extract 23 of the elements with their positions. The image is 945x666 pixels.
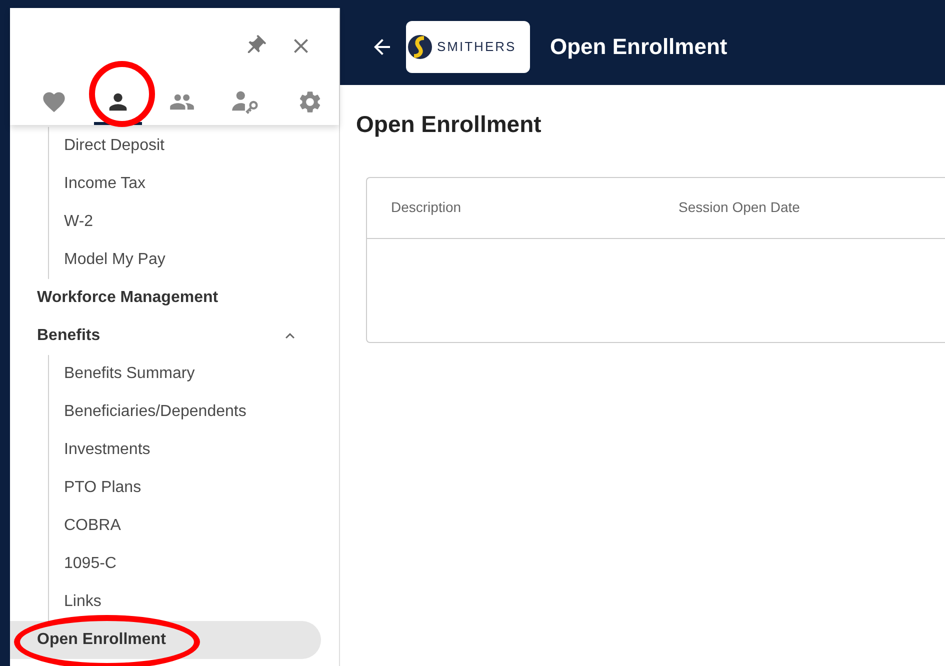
nav-link[interactable]: Investments	[49, 431, 321, 469]
highlight-ring	[89, 61, 155, 127]
nav-section[interactable]: Benefits	[10, 317, 321, 355]
nav-section[interactable]: Workforce Management	[10, 279, 321, 317]
settings-icon	[297, 88, 323, 114]
s-emblem-icon	[407, 34, 433, 60]
person-key-icon	[231, 88, 261, 114]
nav-link[interactable]: Beneficiaries/Dependents	[49, 393, 321, 431]
nav-link[interactable]: W-2	[49, 203, 321, 241]
column-header: Session Open Date	[678, 198, 801, 217]
nav-section[interactable]: Open Enrollment	[10, 621, 321, 659]
nav-link[interactable]: 1095-C	[49, 545, 321, 583]
nav-link[interactable]: Income Tax	[49, 165, 321, 203]
nav-link[interactable]: Benefits Summary	[49, 355, 321, 393]
nav-link[interactable]: Model My Pay	[49, 241, 321, 279]
page-heading: Open Enrollment	[356, 110, 542, 139]
nav-link[interactable]: Links	[49, 583, 321, 621]
nav-link[interactable]: Direct Deposit	[49, 127, 321, 165]
nav-link[interactable]: PTO Plans	[49, 469, 321, 507]
column-header: Description	[391, 198, 462, 217]
nav-link[interactable]: COBRA	[49, 507, 321, 545]
page-title: Open Enrollment	[550, 33, 728, 61]
company-logo: SMITHERS	[406, 20, 530, 72]
